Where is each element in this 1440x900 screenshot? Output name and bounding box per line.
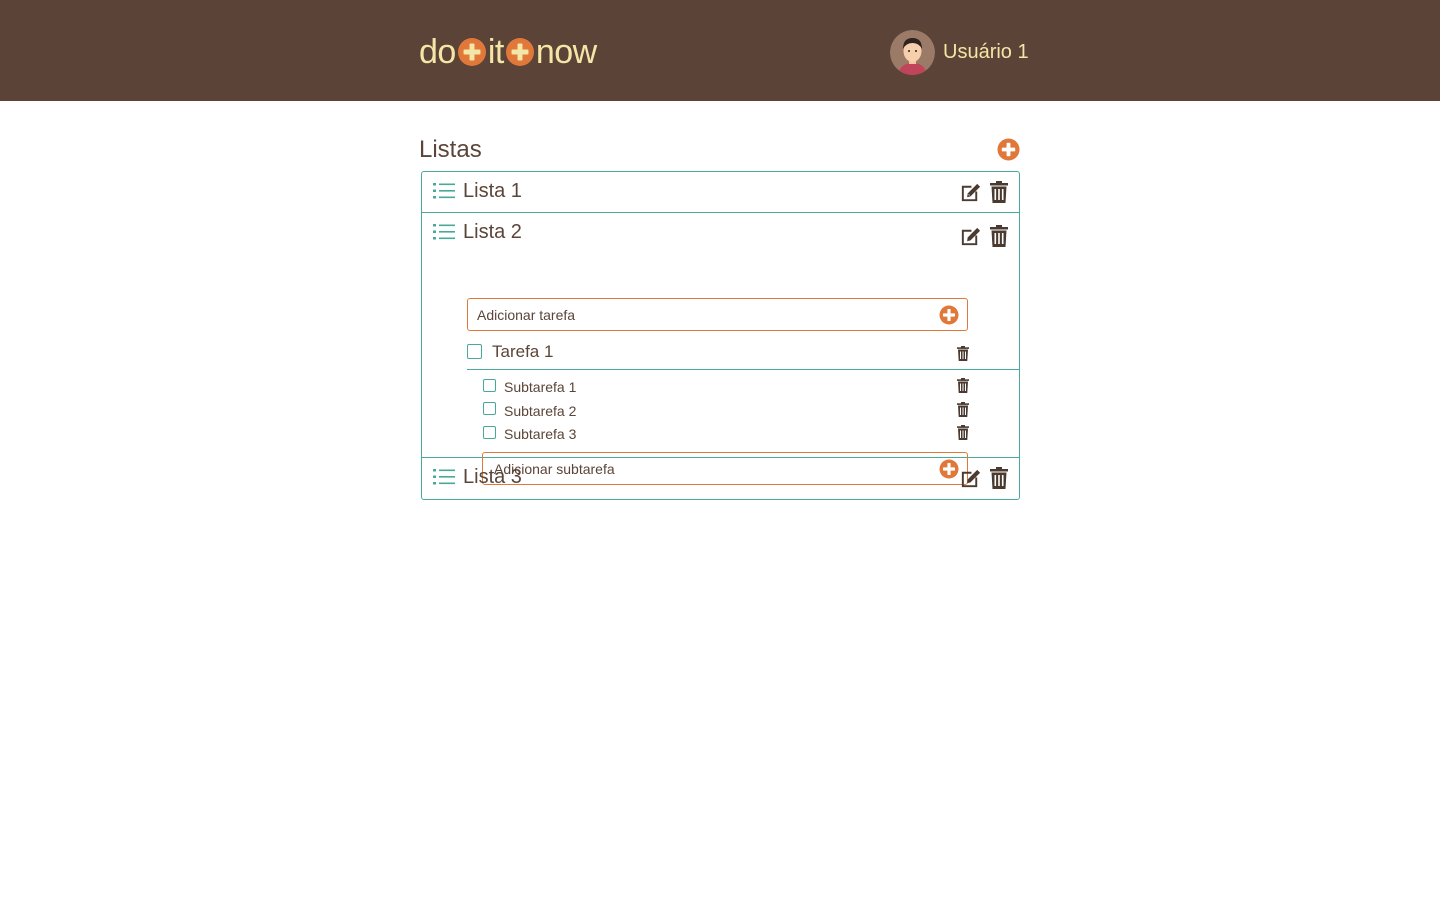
logo-plus-icon bbox=[457, 38, 486, 66]
trash-icon[interactable] bbox=[990, 181, 1008, 203]
list-item[interactable]: Lista 3 bbox=[422, 458, 1019, 499]
logo-plus-icon bbox=[505, 38, 534, 66]
add-task-input[interactable] bbox=[468, 299, 967, 330]
list-icon bbox=[433, 183, 455, 199]
list-item[interactable]: Lista 1 bbox=[422, 172, 1019, 213]
logo-text-do: do bbox=[419, 32, 456, 71]
logo-text-it: it bbox=[487, 32, 505, 71]
task-checkbox[interactable] bbox=[467, 344, 482, 359]
subtask-checkbox[interactable] bbox=[483, 426, 496, 439]
user-menu[interactable]: Usuário 1 bbox=[890, 30, 1029, 75]
task-name: Tarefa 1 bbox=[492, 342, 554, 361]
add-task-button[interactable] bbox=[939, 305, 959, 325]
trash-icon[interactable] bbox=[957, 425, 969, 440]
subtask-name: Subtarefa 1 bbox=[504, 379, 577, 395]
logo-text-now: now bbox=[535, 32, 597, 71]
trash-icon[interactable] bbox=[957, 346, 969, 361]
list-name: Lista 3 bbox=[463, 466, 522, 488]
trash-icon[interactable] bbox=[990, 225, 1008, 247]
app-header: do it now Usuário 1 bbox=[0, 0, 1440, 101]
trash-icon[interactable] bbox=[957, 378, 969, 393]
list-name: Lista 2 bbox=[463, 221, 522, 243]
trash-icon[interactable] bbox=[957, 402, 969, 417]
add-list-button[interactable] bbox=[997, 138, 1020, 161]
subtask-name: Subtarefa 3 bbox=[504, 426, 577, 442]
list-item[interactable]: Lista 2 Tarefa 1 bbox=[422, 213, 1019, 485]
subtask-checkbox[interactable] bbox=[483, 402, 496, 415]
task-divider bbox=[467, 369, 1019, 370]
list-icon bbox=[433, 224, 455, 240]
edit-icon[interactable] bbox=[959, 181, 982, 204]
list-icon bbox=[433, 469, 455, 485]
lists-title-row: Listas bbox=[419, 136, 1020, 166]
avatar[interactable] bbox=[890, 30, 935, 75]
edit-icon[interactable] bbox=[959, 467, 982, 490]
lists-container: Lista 1 Lista 2 Adicionar tarefa Tarefa … bbox=[421, 171, 1020, 500]
add-task-field[interactable] bbox=[467, 298, 968, 331]
page-title: Listas bbox=[419, 136, 482, 163]
subtask-name: Subtarefa 2 bbox=[504, 403, 577, 419]
edit-icon[interactable] bbox=[959, 225, 982, 248]
user-name: Usuário 1 bbox=[943, 41, 1029, 63]
list-name: Lista 1 bbox=[463, 180, 522, 202]
trash-icon[interactable] bbox=[990, 467, 1008, 489]
subtask-checkbox[interactable] bbox=[483, 379, 496, 392]
app-logo[interactable]: do it now bbox=[419, 30, 597, 74]
